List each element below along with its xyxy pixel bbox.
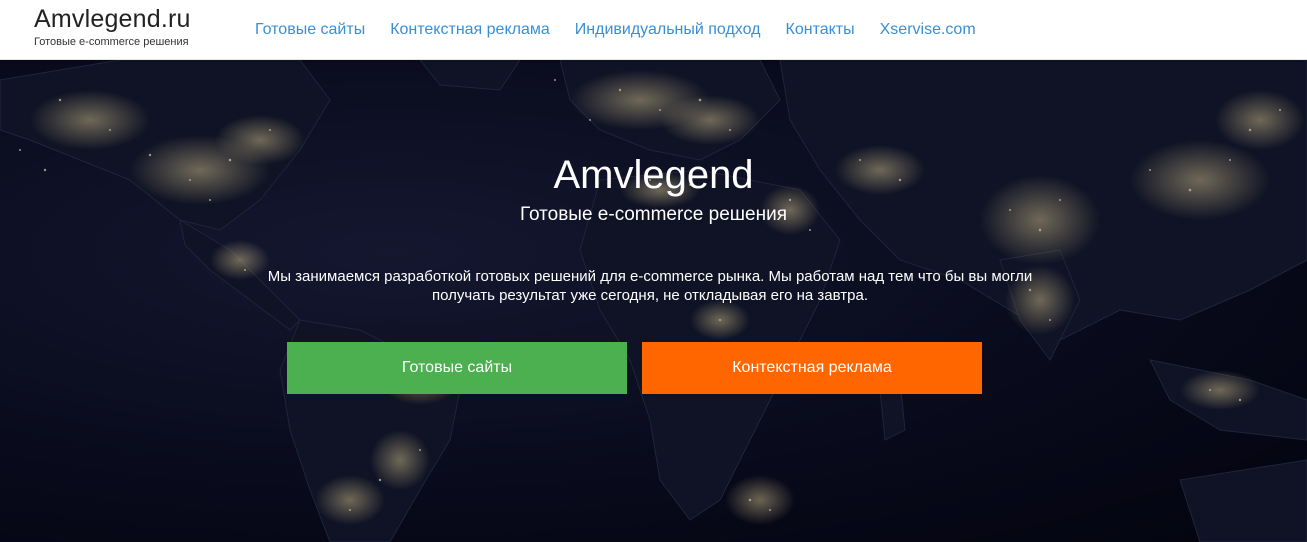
nav-item-ready-sites: Готовые сайты [255,20,365,40]
context-ads-button[interactable]: Контекстная реклама [642,342,982,394]
ready-sites-button[interactable]: Готовые сайты [287,342,627,394]
main-nav: Готовые сайты Контекстная реклама Индиви… [255,0,1001,59]
hero-content: Amvlegend Готовые e-commerce решения Мы … [0,60,1307,542]
nav-link-context-ads[interactable]: Контекстная реклама [390,21,550,38]
nav-link-contacts[interactable]: Контакты [786,21,855,38]
nav-item-individual: Индивидуальный подход [575,20,761,40]
brand: Amvlegend.ru Готовые e-commerce решения [34,5,191,49]
nav-item-contacts: Контакты [786,20,855,40]
hero-title: Amvlegend [553,153,754,197]
hero-section: Amvlegend Готовые e-commerce решения Мы … [0,60,1307,542]
brand-tagline: Готовые e-commerce решения [34,36,189,48]
nav-item-xservise: Xservise.com [880,20,976,40]
nav-link-xservise[interactable]: Xservise.com [880,21,976,38]
site-header: Amvlegend.ru Готовые e-commerce решения … [0,0,1307,60]
nav-link-ready-sites[interactable]: Готовые сайты [255,21,365,38]
hero-description: Мы занимаемся разработкой готовых решени… [267,268,1033,304]
brand-logo-link[interactable]: Amvlegend.ru [34,5,191,33]
nav-item-context-ads: Контекстная реклама [390,20,550,40]
hero-subtitle: Готовые e-commerce решения [519,204,787,225]
nav-link-individual[interactable]: Индивидуальный подход [575,21,761,38]
